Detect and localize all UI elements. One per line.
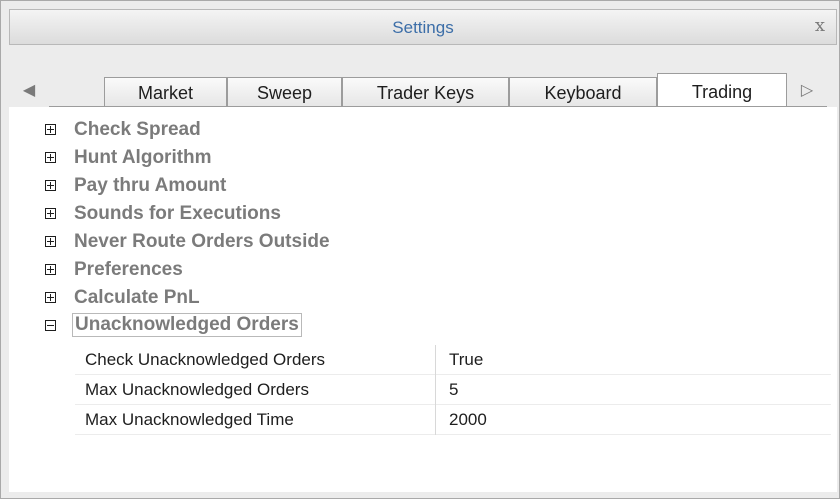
expand-icon[interactable] [45, 124, 56, 135]
group-label: Never Route Orders Outside [74, 231, 330, 252]
expand-icon[interactable] [45, 208, 56, 219]
group-label: Preferences [74, 259, 183, 280]
title-bar[interactable]: Settings x [9, 9, 837, 45]
property-value[interactable]: 2000 [449, 410, 487, 430]
tab-keyboard[interactable]: Keyboard [509, 77, 657, 107]
property-value[interactable]: 5 [449, 380, 458, 400]
property-value[interactable]: True [449, 350, 483, 370]
property-grid: Check Spread Hunt Algorithm Pay thru Amo… [9, 107, 837, 492]
window-title: Settings [392, 18, 454, 37]
group-label: Hunt Algorithm [74, 147, 212, 168]
column-divider [435, 405, 436, 435]
group-label: Unacknowledged Orders [72, 313, 302, 337]
tab-trader-keys[interactable]: Trader Keys [342, 77, 509, 107]
tab-strip: ◀ Market Sweep Trader Keys Keyboard Trad… [9, 45, 837, 107]
tab-sweep[interactable]: Sweep [227, 77, 342, 107]
group-label: Calculate PnL [74, 287, 200, 308]
tab-market[interactable]: Market [104, 77, 227, 107]
column-divider [435, 375, 436, 405]
property-name: Max Unacknowledged Time [85, 410, 294, 429]
collapse-icon[interactable] [45, 320, 56, 331]
column-divider [435, 345, 436, 375]
expand-icon[interactable] [45, 292, 56, 303]
settings-window: Settings x ◀ Market Sweep Trader Keys Ke… [0, 0, 840, 499]
tab-trading[interactable]: Trading [657, 73, 787, 107]
property-name: Check Unacknowledged Orders [85, 350, 326, 369]
expand-icon[interactable] [45, 180, 56, 191]
close-icon[interactable]: x [810, 16, 830, 36]
group-label: Check Spread [74, 119, 201, 140]
group-label: Sounds for Executions [74, 203, 281, 224]
property-row-check-unacknowledged-orders[interactable]: Check Unacknowledged Orders True [75, 345, 831, 375]
tab-scroll-left-icon[interactable]: ◀ [19, 81, 39, 101]
tab-scroll-right-icon[interactable]: ▷ [797, 81, 817, 101]
expand-icon[interactable] [45, 152, 56, 163]
expand-icon[interactable] [45, 236, 56, 247]
group-label: Pay thru Amount [74, 175, 227, 196]
property-row-max-unacknowledged-orders[interactable]: Max Unacknowledged Orders 5 [75, 375, 831, 405]
property-row-max-unacknowledged-time[interactable]: Max Unacknowledged Time 2000 [75, 405, 831, 435]
expand-icon[interactable] [45, 264, 56, 275]
property-name: Max Unacknowledged Orders [85, 380, 309, 399]
